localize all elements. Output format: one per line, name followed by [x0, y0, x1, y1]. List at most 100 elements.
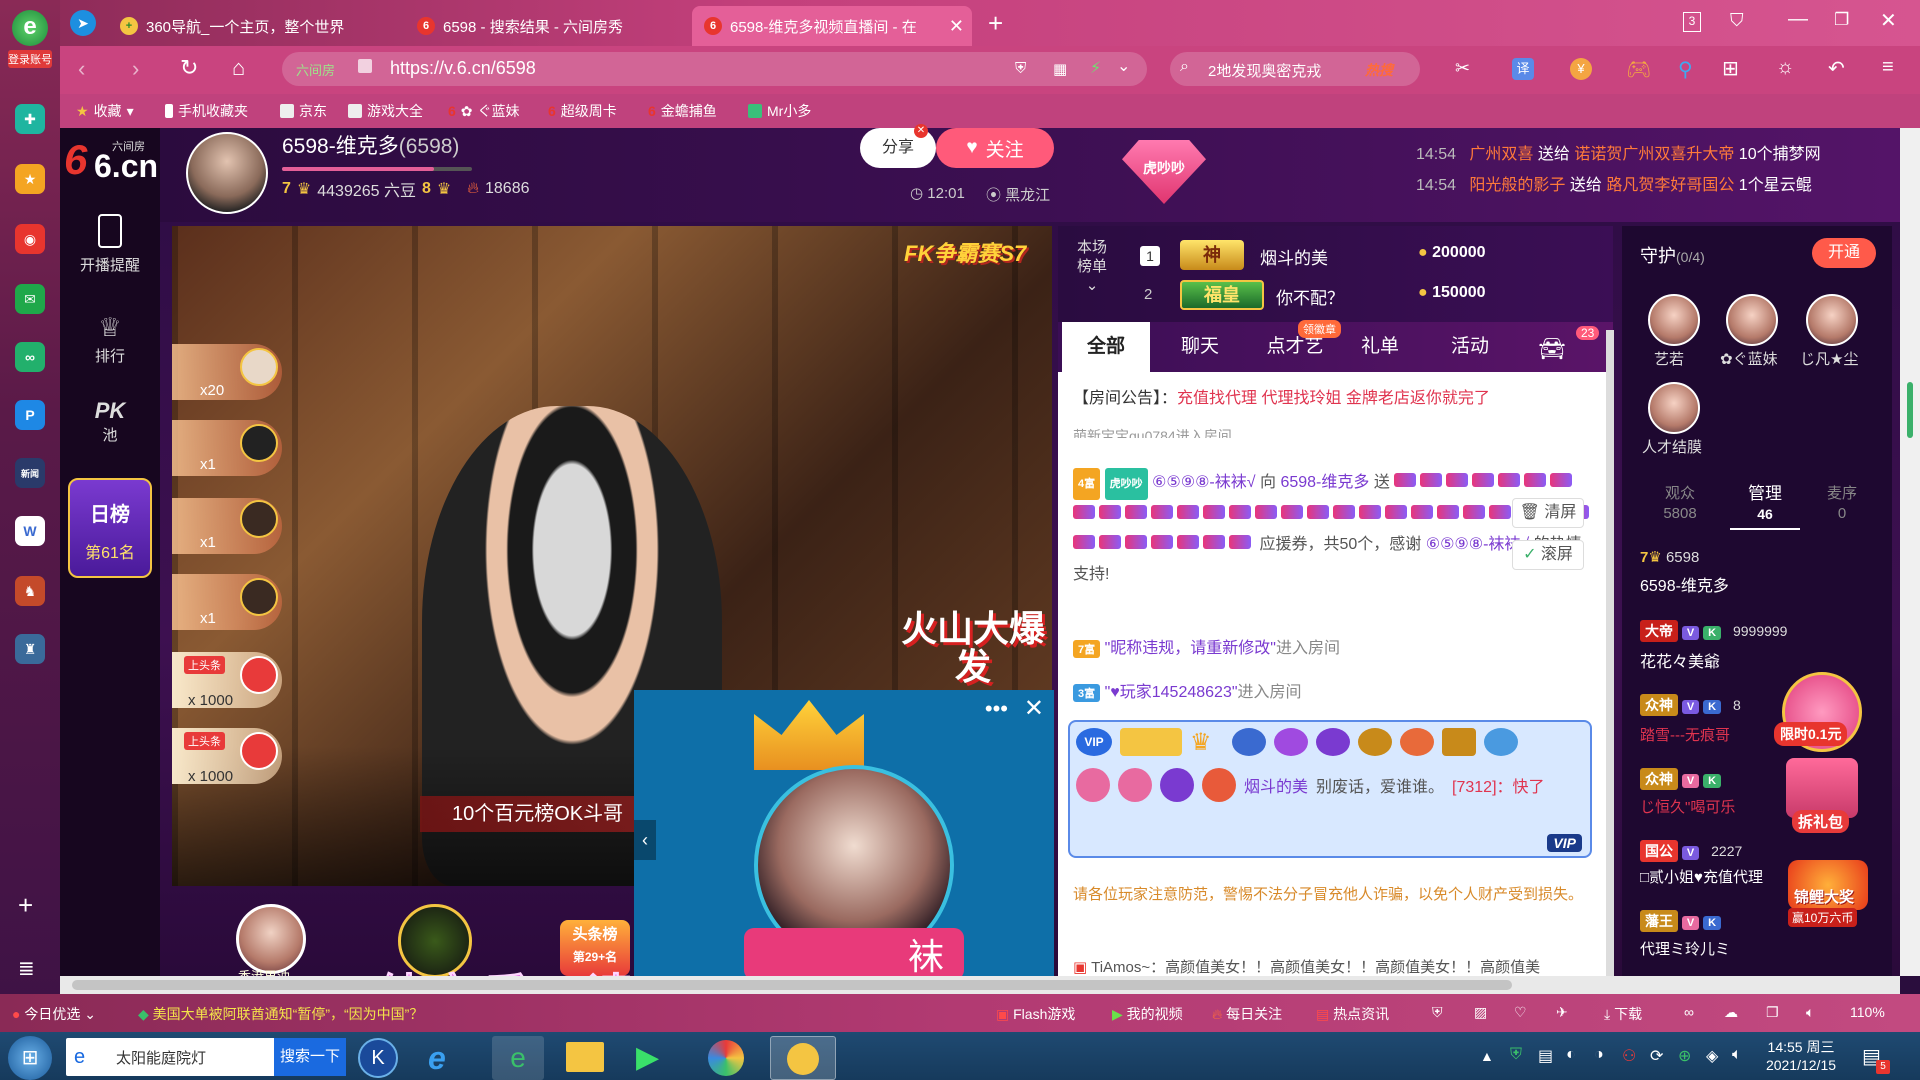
gamepad-icon[interactable]: 🎮︎ — [1626, 57, 1651, 82]
bookmark-mrxiaoduo[interactable]: Mr小多 — [748, 101, 811, 121]
sidebar-doc-icon[interactable]: W — [15, 516, 45, 546]
taskbar-player-icon[interactable]: ▶ — [636, 1040, 659, 1075]
new-tab-icon[interactable]: + — [988, 8, 1003, 39]
back-icon[interactable]: ‹ — [78, 56, 85, 82]
sidebar-link-icon[interactable]: ∞ — [15, 342, 45, 372]
tab-live[interactable]: 6 6598-维克多视频直播间 - 在 ✕ — [692, 6, 972, 46]
image-icon[interactable]: ▨ — [1474, 1004, 1487, 1021]
menu-icon[interactable]: ≡ — [1882, 56, 1894, 79]
speaker-icon[interactable]: 🔈︎ — [1806, 1004, 1814, 1021]
follow-button[interactable]: ♥ 关注 — [936, 128, 1054, 168]
sidebar-p-icon[interactable]: P — [15, 400, 45, 430]
rocket-icon[interactable]: ✈ — [1556, 1004, 1568, 1021]
promo-price[interactable]: 限时0.1元 — [1774, 722, 1848, 746]
bookmark-weekcard[interactable]: 6 超级周卡 — [548, 101, 617, 121]
admin-row[interactable]: 众神 V K — [1640, 768, 1722, 790]
translate-icon[interactable]: 译 — [1512, 58, 1534, 80]
taskbar-folder-icon[interactable] — [566, 1042, 604, 1072]
guard-avatar[interactable] — [1648, 294, 1700, 346]
rank-row[interactable]: 2 福皇 你不配？ ● 150000 — [1140, 280, 1600, 314]
close-tab-icon[interactable]: ✕ — [949, 16, 964, 37]
taskbar-k-icon[interactable]: K — [358, 1038, 398, 1078]
sidebar-star-icon[interactable]: ★ — [15, 164, 45, 194]
gift-user-avatar[interactable] — [240, 578, 278, 616]
taskbar-chrome-icon[interactable] — [708, 1040, 744, 1076]
rank-board-label[interactable]: 本场榜单 ⌄ — [1074, 238, 1110, 295]
coin-icon[interactable]: ¥ — [1570, 58, 1592, 80]
tab-chat[interactable]: 聊天 — [1162, 322, 1238, 372]
sidebar-chat-icon[interactable]: ✚ — [15, 104, 45, 134]
grid-icon[interactable]: ▦ — [1053, 60, 1067, 78]
pip-window[interactable]: 袜 ••• ✕ ‹ — [634, 690, 1054, 980]
tray-up-icon[interactable]: ▲ — [1480, 1048, 1494, 1064]
close-pip-icon[interactable]: ✕ — [1024, 694, 1044, 723]
bookmark-jd[interactable]: 京东 — [280, 101, 327, 121]
chat-user[interactable]: 6598-维克多 — [1280, 474, 1369, 491]
clear-screen-button[interactable]: 🗑︎ 清屏 — [1512, 498, 1584, 528]
page-scrollbar[interactable] — [1900, 128, 1920, 976]
chat-user[interactable]: ⑥⑤⑨⑧-袜袜√ — [1152, 474, 1256, 491]
sidebar-news-icon[interactable]: 新闻 — [15, 458, 45, 488]
tab-activity[interactable]: 活动 — [1432, 322, 1508, 372]
hot-search-label[interactable]: 热搜 — [1365, 60, 1393, 80]
tray-network-icon[interactable]: ▤ — [1538, 1046, 1553, 1066]
more-icon[interactable]: ••• — [985, 696, 1008, 722]
tray-bird-icon[interactable]: ◐ — [1566, 1046, 1576, 1064]
admin-row[interactable]: 国公 V 2227 — [1640, 840, 1742, 862]
gift-user-avatar[interactable] — [240, 656, 278, 694]
news-ticker[interactable]: ◆ 美国大单被阿联酋通知“暂停”，“因为中国”？ — [138, 1004, 423, 1024]
minimize-icon[interactable]: — — [1788, 8, 1808, 31]
pip-prev-icon[interactable]: ‹ — [634, 820, 656, 860]
bookmark-games[interactable]: 游戏大全 — [348, 101, 423, 121]
shield-icon[interactable]: ⛨ — [1015, 60, 1026, 77]
heart-outline-icon[interactable]: ♡ — [1514, 1004, 1527, 1021]
cloud-icon[interactable]: ☁ — [1724, 1004, 1738, 1021]
tab-360[interactable]: + 360导航_一个主页，整个世界 — [108, 6, 398, 46]
bookmark-mobile[interactable]: 手机收藏夹 — [165, 101, 248, 121]
scissors-icon[interactable]: ✂ — [1455, 58, 1470, 79]
auto-scroll-button[interactable]: ✓ 滚屏 — [1512, 540, 1584, 570]
gift-user-avatar[interactable] — [240, 500, 278, 538]
sidebar-game2-icon[interactable]: ♜ — [15, 634, 45, 664]
h-scroll-thumb[interactable] — [72, 980, 1512, 990]
taskbar-ie-icon[interactable]: e — [428, 1040, 446, 1077]
bottom-user-avatar[interactable] — [236, 904, 306, 974]
tray-plus-icon[interactable]: ⊕ — [1678, 1046, 1691, 1066]
admin-row[interactable]: 藩王 V K — [1640, 910, 1722, 932]
sidebar-game-icon[interactable]: ♞ — [15, 576, 45, 606]
car-icon[interactable]: 🚘︎ — [1538, 336, 1566, 362]
close-window-icon[interactable]: ✕ — [1880, 8, 1897, 33]
admin-row[interactable]: 大帝 V K 9999999 — [1640, 620, 1787, 642]
shield-icon[interactable]: ⛨ — [1432, 1004, 1443, 1021]
scroll-thumb[interactable] — [1907, 382, 1913, 438]
gift-box-icon[interactable] — [1786, 758, 1858, 818]
magnifier-icon[interactable]: ⚲ — [1678, 57, 1693, 82]
search-text[interactable]: 2地发现奥密克戎 — [1208, 60, 1321, 81]
tray-shield2-icon[interactable]: ◈ — [1706, 1046, 1718, 1066]
start-button[interactable]: ⊞ — [8, 1036, 52, 1080]
tray-penguin-icon[interactable]: ◑ — [1594, 1046, 1604, 1064]
apps-icon[interactable]: ⊞ — [1722, 56, 1739, 81]
sidebar-mail-icon[interactable]: ✉ — [15, 284, 45, 314]
login-label[interactable]: 登录账号 — [8, 50, 52, 68]
tab-mic-queue[interactable]: 麦序 0 — [1812, 484, 1872, 524]
chat-user[interactable]: "昵称违规，请重新修改" — [1105, 640, 1276, 657]
tab-counter[interactable]: 3 — [1683, 12, 1701, 32]
guard-avatar[interactable] — [1806, 294, 1858, 346]
zoom-level[interactable]: 110% — [1850, 1004, 1885, 1020]
open-guard-button[interactable]: 开通 — [1812, 238, 1876, 268]
home-icon[interactable]: ⌂ — [232, 55, 245, 81]
tab-all[interactable]: 全部 — [1062, 322, 1150, 372]
daily-focus[interactable]: 🔥︎ 每日关注 — [1212, 1004, 1282, 1024]
today-picks[interactable]: ● 今日优选 ⌄ — [12, 1004, 96, 1024]
url-text[interactable]: https://v.6.cn/6598 — [390, 58, 536, 79]
browser-logo[interactable]: e 登录账号 — [8, 10, 52, 70]
nav-ranking[interactable]: ♕ 排行 — [60, 312, 160, 366]
tab-audience[interactable]: 观众 5808 — [1650, 484, 1710, 524]
send-icon[interactable]: ➤ — [70, 10, 96, 36]
gift-user-avatar[interactable] — [240, 348, 278, 386]
forward-icon[interactable]: › — [132, 56, 139, 82]
anchor-avatar[interactable] — [186, 132, 268, 214]
guard-avatar[interactable] — [1648, 382, 1700, 434]
sidebar-add-icon[interactable]: + — [18, 890, 33, 921]
